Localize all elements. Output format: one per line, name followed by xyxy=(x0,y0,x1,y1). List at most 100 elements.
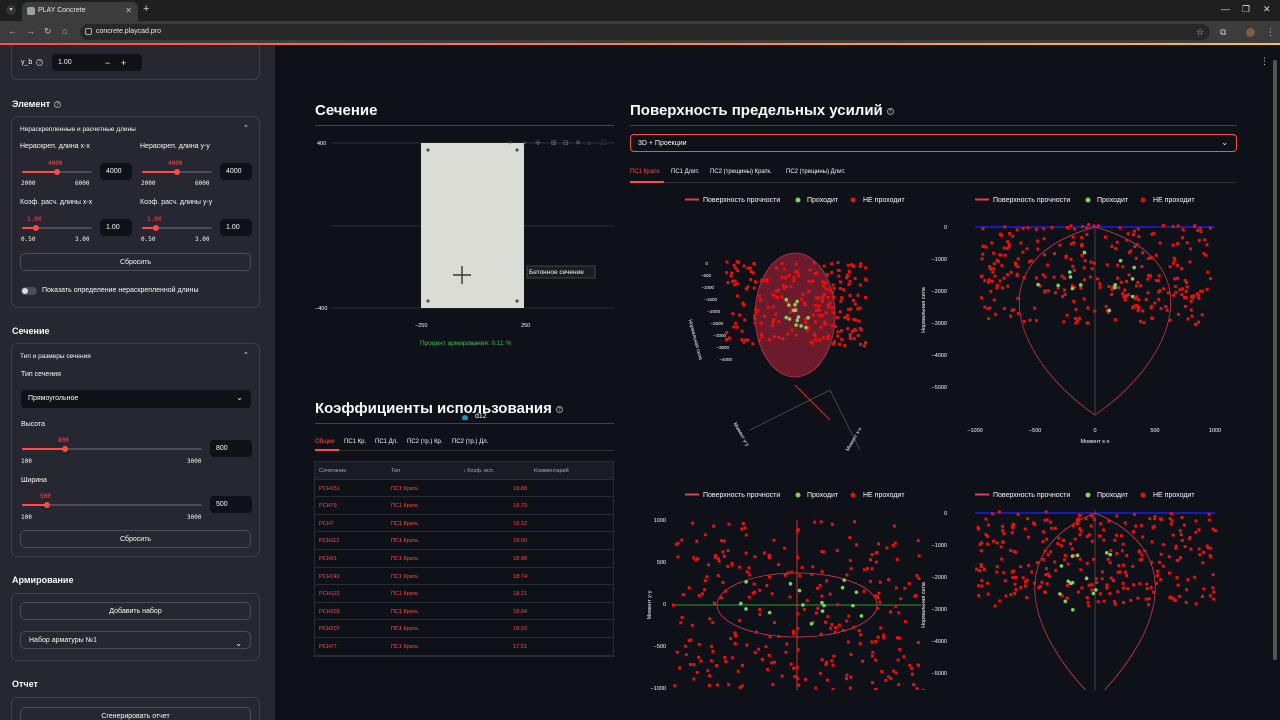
fail-point[interactable] xyxy=(1117,285,1121,289)
fail-point[interactable] xyxy=(1209,546,1213,550)
fail-point[interactable] xyxy=(1172,598,1176,602)
fail-point[interactable] xyxy=(868,558,872,562)
fail-point[interactable] xyxy=(864,295,868,299)
fail-point[interactable] xyxy=(823,292,827,296)
fail-point[interactable] xyxy=(824,287,828,291)
fail-point[interactable] xyxy=(977,569,981,573)
fail-point[interactable] xyxy=(1126,587,1130,591)
fail-point[interactable] xyxy=(790,570,794,574)
fail-point[interactable] xyxy=(1149,560,1153,564)
fail-point[interactable] xyxy=(990,279,994,283)
fail-point[interactable] xyxy=(1134,284,1138,288)
fail-point[interactable] xyxy=(999,232,1003,236)
fail-point[interactable] xyxy=(679,621,683,625)
fail-point[interactable] xyxy=(1208,594,1212,598)
pass-point[interactable] xyxy=(796,315,801,319)
fail-point[interactable] xyxy=(740,329,744,333)
fail-point[interactable] xyxy=(1061,295,1065,299)
fail-point[interactable] xyxy=(910,667,914,671)
fail-point[interactable] xyxy=(764,645,768,649)
fail-point[interactable] xyxy=(780,674,784,678)
fail-point[interactable] xyxy=(852,625,856,629)
fail-point[interactable] xyxy=(738,685,742,689)
fail-point[interactable] xyxy=(700,592,704,596)
fail-point[interactable] xyxy=(848,337,852,341)
fail-point[interactable] xyxy=(697,642,701,646)
fail-point[interactable] xyxy=(1181,228,1185,232)
fail-point[interactable] xyxy=(995,284,999,288)
fail-point[interactable] xyxy=(810,572,814,576)
fail-point[interactable] xyxy=(1027,563,1031,567)
fail-point[interactable] xyxy=(692,677,696,681)
fail-point[interactable] xyxy=(725,271,729,275)
fail-point[interactable] xyxy=(980,257,984,261)
fail-point[interactable] xyxy=(995,570,999,574)
fail-point[interactable] xyxy=(1173,284,1177,288)
app-menu-icon[interactable]: ⋮ xyxy=(1260,56,1269,67)
fail-point[interactable] xyxy=(831,342,835,346)
fail-point[interactable] xyxy=(1002,276,1006,280)
fail-point[interactable] xyxy=(1115,533,1119,537)
fail-point[interactable] xyxy=(706,669,710,673)
fail-point[interactable] xyxy=(1186,317,1190,321)
fail-point[interactable] xyxy=(735,325,739,329)
pass-point[interactable] xyxy=(1107,308,1112,313)
fail-point[interactable] xyxy=(1159,552,1163,556)
fail-point[interactable] xyxy=(842,288,846,292)
fail-point[interactable] xyxy=(1009,314,1013,318)
col-header-type[interactable]: Тип xyxy=(391,468,400,474)
fail-point[interactable] xyxy=(846,317,850,321)
pass-point[interactable] xyxy=(784,297,789,302)
fail-point[interactable] xyxy=(849,675,853,679)
fail-point[interactable] xyxy=(1113,538,1117,542)
fail-point[interactable] xyxy=(759,321,763,325)
len-y-input[interactable]: 4000 xyxy=(220,163,252,180)
fail-point[interactable] xyxy=(896,658,900,662)
fail-point[interactable] xyxy=(977,594,981,598)
table-row[interactable]: РСН7 ПС1 Кратк. 19.12 xyxy=(315,515,613,533)
fail-point[interactable] xyxy=(1063,553,1067,557)
fail-point[interactable] xyxy=(1151,526,1155,530)
fail-point[interactable] xyxy=(1006,240,1010,244)
fail-point[interactable] xyxy=(1134,524,1138,528)
fail-point[interactable] xyxy=(1045,582,1049,586)
fail-point[interactable] xyxy=(912,683,916,687)
fail-point[interactable] xyxy=(998,599,1002,603)
fail-point[interactable] xyxy=(848,279,852,283)
fail-point[interactable] xyxy=(835,548,839,552)
fail-point[interactable] xyxy=(1065,225,1069,229)
maximize-icon[interactable]: ❐ xyxy=(1242,4,1250,15)
fail-point[interactable] xyxy=(1125,574,1129,578)
fail-point[interactable] xyxy=(771,323,775,327)
fail-point[interactable] xyxy=(1111,578,1115,582)
pass-point[interactable] xyxy=(1058,592,1062,596)
pass-point[interactable] xyxy=(793,302,797,307)
fail-point[interactable] xyxy=(727,336,731,340)
fail-point[interactable] xyxy=(774,289,778,293)
pass-point[interactable] xyxy=(795,318,800,323)
fail-point[interactable] xyxy=(1124,279,1128,283)
len-x-slider-thumb[interactable] xyxy=(54,169,60,175)
fail-point[interactable] xyxy=(1011,234,1015,238)
fail-point[interactable] xyxy=(836,603,840,607)
fail-point[interactable] xyxy=(848,333,852,337)
fail-point[interactable] xyxy=(744,533,748,537)
view-select[interactable]: 3D + Проекции ⌄ xyxy=(630,134,1237,152)
fail-point[interactable] xyxy=(1180,538,1184,542)
fail-point[interactable] xyxy=(1062,320,1066,324)
fail-point[interactable] xyxy=(1079,529,1083,533)
fail-point[interactable] xyxy=(1194,602,1198,606)
fail-point[interactable] xyxy=(1089,260,1093,264)
fail-point[interactable] xyxy=(796,676,800,680)
fail-point[interactable] xyxy=(1169,522,1173,526)
fail-point[interactable] xyxy=(783,573,787,577)
fail-point[interactable] xyxy=(1171,225,1175,229)
fail-point[interactable] xyxy=(1166,291,1170,295)
pass-point[interactable] xyxy=(854,590,859,595)
pass-point[interactable] xyxy=(820,609,825,613)
fail-point[interactable] xyxy=(765,280,769,284)
pass-point[interactable] xyxy=(1130,294,1135,299)
pass-point[interactable] xyxy=(1059,564,1064,568)
fail-point[interactable] xyxy=(800,297,804,301)
fail-point[interactable] xyxy=(1075,518,1079,522)
